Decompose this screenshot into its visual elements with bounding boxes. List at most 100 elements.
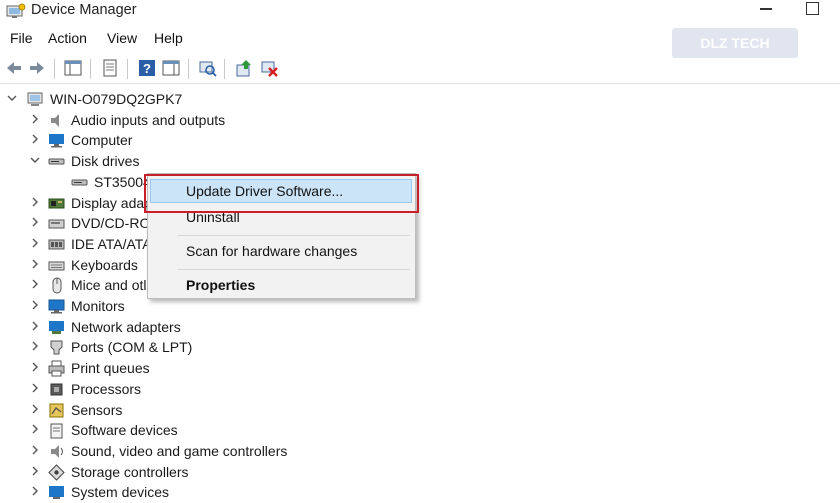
sensor-icon [49, 403, 64, 417]
disk-drive-icon [48, 158, 65, 165]
tree-item-label: Monitors [71, 298, 125, 314]
tree-item-label: Audio inputs and outputs [71, 111, 226, 128]
tree-item-label: Ports (COM & LPT) [71, 339, 193, 356]
tree-category[interactable]: Monitors [0, 297, 840, 317]
computer-icon [49, 134, 64, 148]
device-tree: WIN-O079DQ2GPK7 Audio inputs and outputs… [0, 89, 840, 500]
tree-item-label: Processors [71, 380, 142, 397]
tree-category[interactable]: Sound, video and game controllers [0, 442, 840, 462]
tree-item-label: Storage controllers [71, 463, 189, 480]
svg-text:?: ? [143, 61, 151, 76]
tree-category[interactable]: Processors [0, 380, 840, 400]
tree-category[interactable]: Mice and otl [0, 276, 840, 296]
tree-item-label: DVD/CD-RO [71, 215, 151, 232]
context-menu-separator [178, 269, 410, 270]
window-title: Device Manager [31, 2, 137, 18]
keyboard-icon [48, 261, 65, 271]
chevron-right-icon[interactable] [29, 465, 41, 477]
toolbar-separator [224, 59, 225, 79]
system-device-icon [49, 486, 64, 500]
device-item[interactable]: ST35004 [0, 173, 840, 193]
network-adapter-icon [49, 320, 64, 334]
computer-icon [27, 92, 43, 106]
tree-category[interactable]: Ports (COM & LPT) [0, 338, 840, 358]
chevron-right-icon[interactable] [29, 237, 41, 249]
chevron-right-icon[interactable] [29, 340, 41, 352]
chevron-right-icon[interactable] [29, 113, 41, 125]
chevron-right-icon[interactable] [29, 278, 41, 290]
chevron-right-icon[interactable] [29, 320, 41, 332]
tree-category[interactable]: Storage controllers [0, 463, 840, 483]
tree-category[interactable]: Computer [0, 131, 840, 151]
tree-item-label: Sensors [71, 401, 123, 418]
menu-view[interactable]: View [107, 30, 137, 46]
chevron-right-icon[interactable] [29, 403, 41, 415]
chevron-down-icon[interactable] [29, 154, 41, 166]
tree-category[interactable]: DVD/CD-RO [0, 214, 840, 234]
tree-item-label: System devices [71, 484, 170, 501]
toolbar-separator [188, 59, 189, 79]
chevron-right-icon[interactable] [29, 361, 41, 373]
tree-category[interactable]: Network adapters [0, 318, 840, 338]
ide-controller-icon [48, 239, 65, 250]
chevron-right-icon[interactable] [29, 299, 41, 311]
speaker-icon [51, 113, 59, 127]
tree-item-label: Sound, video and game controllers [71, 442, 288, 459]
toolbar-separator [127, 59, 128, 79]
tree-category[interactable]: Software devices [0, 421, 840, 441]
chevron-right-icon[interactable] [29, 258, 41, 270]
chevron-right-icon[interactable] [29, 216, 41, 228]
tree-item-label: Keyboards [71, 256, 138, 273]
menu-file[interactable]: File [10, 30, 33, 46]
tree-category[interactable]: Disk drives [0, 152, 840, 172]
tree-root[interactable]: WIN-O079DQ2GPK7 [0, 90, 840, 110]
forward-arrow-icon[interactable] [27, 58, 47, 78]
tree-item-label: Mice and otl [71, 277, 147, 294]
tree-category[interactable]: Keyboards [0, 256, 840, 276]
tree-item-label: Disk drives [71, 153, 140, 170]
chevron-right-icon[interactable] [29, 196, 41, 208]
chevron-right-icon[interactable] [29, 133, 41, 145]
menu-action[interactable]: Action [48, 30, 87, 46]
menu-help[interactable]: Help [154, 30, 183, 46]
tree-category[interactable]: Audio inputs and outputs [0, 111, 840, 131]
highlight-annotation-box [144, 174, 419, 213]
tree-category[interactable]: Display adap [0, 194, 840, 214]
properties-item[interactable]: Properties [186, 277, 255, 293]
chevron-right-icon[interactable] [29, 444, 41, 456]
chevron-down-icon[interactable] [6, 92, 18, 104]
console-tree-icon[interactable] [63, 58, 83, 78]
tree-category[interactable]: Sensors [0, 401, 840, 421]
toolbar: ? [0, 55, 840, 84]
watermark-logo: DLZ TECH [672, 28, 798, 58]
scan-hardware-icon[interactable] [197, 58, 217, 78]
printer-icon [48, 360, 65, 377]
toolbar-separator [54, 59, 55, 79]
chevron-right-icon[interactable] [29, 382, 41, 394]
tree-category[interactable]: System devices [0, 483, 840, 503]
chevron-right-icon[interactable] [29, 423, 41, 435]
processor-icon [50, 383, 63, 396]
back-arrow-icon[interactable] [4, 58, 24, 78]
software-device-icon [50, 423, 63, 439]
update-driver-icon[interactable] [234, 58, 254, 78]
tree-item-label: Network adapters [71, 318, 181, 335]
scan-hardware-changes-item[interactable]: Scan for hardware changes [186, 243, 357, 259]
svg-text:DLZ TECH: DLZ TECH [700, 35, 769, 51]
title-bar: Device Manager [0, 0, 840, 24]
context-menu-separator [178, 235, 410, 236]
dvd-drive-icon [48, 219, 65, 229]
toolbar-separator [90, 59, 91, 79]
properties-sheet-icon[interactable] [100, 58, 120, 78]
tree-category[interactable]: Print queues [0, 359, 840, 379]
tree-category[interactable]: IDE ATA/ATA [0, 235, 840, 255]
uninstall-device-icon[interactable] [259, 58, 279, 78]
display-adapter-icon [48, 198, 65, 208]
help-icon[interactable]: ? [137, 58, 157, 78]
chevron-right-icon[interactable] [29, 485, 41, 497]
maximize-button[interactable] [806, 2, 819, 15]
device-manager-icon [6, 3, 26, 20]
minimize-button[interactable] [760, 8, 772, 10]
mouse-icon [52, 277, 62, 294]
show-hide-pane-icon[interactable] [161, 58, 181, 78]
